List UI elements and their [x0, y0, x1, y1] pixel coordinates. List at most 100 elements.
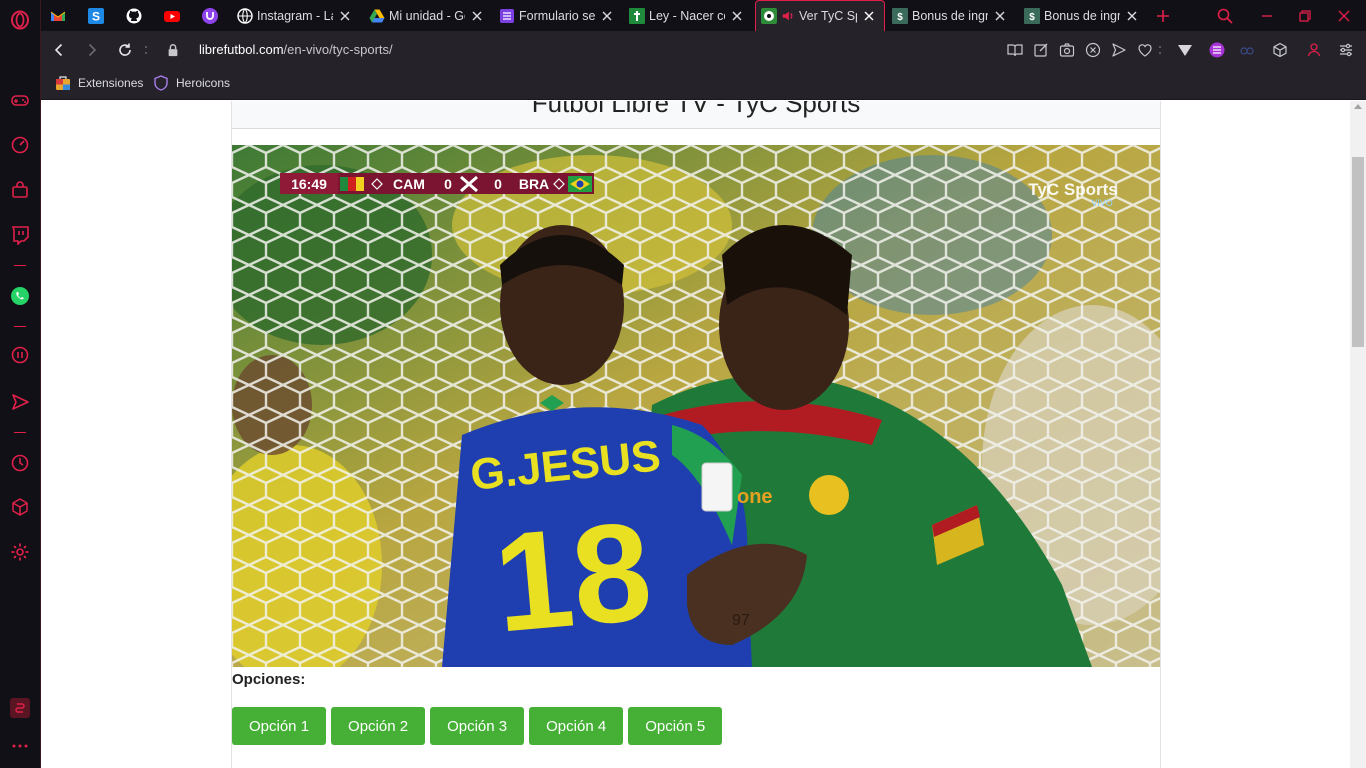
shopping-bag-icon[interactable]	[10, 180, 30, 200]
tab-bonus-1[interactable]: $ Bonus de ingre	[892, 0, 1010, 31]
option-3-button[interactable]: Opción 3	[430, 707, 525, 745]
extensions-icon	[56, 76, 70, 90]
scorebug-away-score: 0	[494, 176, 502, 192]
close-tab-icon[interactable]	[469, 8, 485, 24]
close-tab-icon[interactable]	[992, 8, 1008, 24]
extensions-cube-icon[interactable]	[1271, 41, 1289, 59]
page-title: Futbol Libre TV - TyC Sports	[531, 101, 861, 118]
options-group: Opción 1 Opción 2 Opción 3 Opción 4 Opci…	[232, 707, 727, 745]
tab-strip: S Instagram - La Mi unidad - Go Formular…	[41, 0, 1366, 31]
sidebar-separator	[14, 265, 26, 266]
restore-window-icon[interactable]	[1294, 5, 1316, 27]
toolbar-separator-icon	[1157, 41, 1163, 59]
new-tab-plus-icon[interactable]	[1152, 5, 1174, 27]
bookmark-heart-icon[interactable]	[1136, 41, 1154, 59]
scorebug-home-score: 0	[444, 176, 452, 192]
bookmark-label: Extensiones	[78, 76, 144, 90]
address-bar-row: librefutbol.com/en-vivo/tyc-sports/	[41, 31, 1366, 69]
sidebar-separator	[14, 432, 26, 433]
speaker-audio-icon[interactable]	[781, 8, 795, 24]
close-tab-icon[interactable]	[729, 8, 745, 24]
broadcaster-logo: TyC Sports	[1028, 180, 1117, 199]
tab-github[interactable]	[126, 0, 144, 31]
forward-arrow-icon[interactable]	[82, 40, 102, 60]
url-field[interactable]: librefutbol.com/en-vivo/tyc-sports/	[199, 42, 393, 57]
tab-bonus-2[interactable]: $ Bonus de ingre	[1024, 0, 1142, 31]
scrollbar-thumb[interactable]	[1352, 157, 1364, 347]
bookmark-extensiones[interactable]: Extensiones	[55, 75, 143, 91]
bonus-icon: $	[892, 7, 908, 24]
tab-title: Ley - Nacer co	[649, 8, 725, 23]
vpn-triangle-icon[interactable]	[1176, 41, 1194, 59]
video-frame: G.JESUS 18 97 one 16:49 CAM 0 0 BRA TyC …	[232, 145, 1160, 667]
scorebug-time: 16:49	[291, 176, 327, 192]
close-tab-icon[interactable]	[337, 8, 353, 24]
minimize-icon[interactable]	[1256, 5, 1278, 27]
snapshot-camera-icon[interactable]	[1058, 41, 1076, 59]
bookmark-heroicons[interactable]: Heroicons	[153, 75, 230, 91]
shield-icon	[154, 75, 168, 91]
cube-icon[interactable]	[10, 497, 30, 517]
tab-title: Bonus de ingre	[912, 8, 988, 23]
tab-youtube[interactable]	[164, 0, 182, 31]
sidebar-separator	[14, 326, 26, 327]
music-player-icon[interactable]	[10, 345, 30, 365]
jersey-number: 18	[488, 492, 657, 662]
tab-s[interactable]: S	[88, 0, 106, 31]
option-1-button[interactable]: Opción 1	[232, 707, 327, 745]
close-tab-icon[interactable]	[599, 8, 615, 24]
close-tab-icon[interactable]	[861, 8, 877, 24]
close-window-icon[interactable]	[1333, 5, 1355, 27]
send-to-flow-icon[interactable]	[1110, 41, 1128, 59]
more-dots-icon[interactable]	[10, 736, 30, 756]
tab-u[interactable]	[202, 0, 220, 31]
history-icon[interactable]	[10, 453, 30, 473]
profile-icon[interactable]	[1305, 41, 1323, 59]
cross-flag-icon	[629, 7, 645, 24]
page-scrollbar[interactable]	[1350, 101, 1366, 768]
edit-share-icon[interactable]	[1032, 41, 1050, 59]
tab-instagram[interactable]: Instagram - La	[237, 0, 355, 31]
scorebug: 16:49 CAM 0 0 BRA	[280, 173, 594, 194]
close-tab-icon[interactable]	[1124, 8, 1140, 24]
speedometer-icon[interactable]	[10, 135, 30, 155]
video-player[interactable]: G.JESUS 18 97 one 16:49 CAM 0 0 BRA TyC …	[232, 145, 1160, 667]
reader-mode-icon[interactable]	[1006, 41, 1024, 59]
lock-icon[interactable]	[163, 40, 183, 60]
reload-icon[interactable]	[115, 40, 135, 60]
tab-tyc-sports-active[interactable]: Ver TyC Sp	[755, 0, 885, 31]
option-2-button[interactable]: Opción 2	[331, 707, 426, 745]
send-icon[interactable]	[10, 392, 30, 412]
tab-ley[interactable]: Ley - Nacer co	[629, 0, 747, 31]
easy-setup-icon[interactable]	[1337, 41, 1355, 59]
url-path: /en-vivo/tyc-sports/	[283, 42, 393, 57]
tab-title: Formulario se	[519, 8, 595, 23]
bookmark-label: Heroicons	[176, 76, 231, 90]
adblock-icon[interactable]	[1084, 41, 1102, 59]
url-host: librefutbol.com	[199, 42, 284, 57]
tab-title: Mi unidad - Go	[389, 8, 465, 23]
content-card: Futbol Libre TV - TyC Sports G.JESUS 18 …	[231, 101, 1161, 768]
tab-formulario[interactable]: Formulario se	[499, 0, 617, 31]
option-4-button[interactable]: Opción 4	[529, 707, 624, 745]
back-arrow-icon[interactable]	[49, 40, 69, 60]
whatsapp-icon[interactable]	[10, 286, 30, 306]
tab-title: Bonus de ingre	[1044, 8, 1120, 23]
options-label: Opciones:	[232, 671, 306, 688]
tab-title: Ver TyC Sp	[799, 9, 857, 23]
extension-eyes-icon[interactable]	[1238, 41, 1256, 59]
gmail-icon	[50, 8, 66, 24]
jersey-sponsor: one	[737, 486, 773, 508]
u-circle-icon	[202, 7, 218, 24]
scroll-up-arrow-icon[interactable]	[1354, 104, 1362, 109]
option-5-button[interactable]: Opción 5	[628, 707, 723, 745]
tab-mi-unidad[interactable]: Mi unidad - Go	[369, 0, 487, 31]
opera-logo-icon[interactable]	[10, 10, 30, 30]
tab-gmail[interactable]	[50, 0, 68, 31]
twitch-icon[interactable]	[10, 225, 30, 245]
tab-search-icon[interactable]	[1214, 5, 1236, 27]
gamepad-icon[interactable]	[10, 90, 30, 110]
settings-gear-icon[interactable]	[10, 542, 30, 562]
extension-purple-icon[interactable]	[1208, 41, 1226, 59]
workspace-icon[interactable]	[10, 698, 30, 718]
